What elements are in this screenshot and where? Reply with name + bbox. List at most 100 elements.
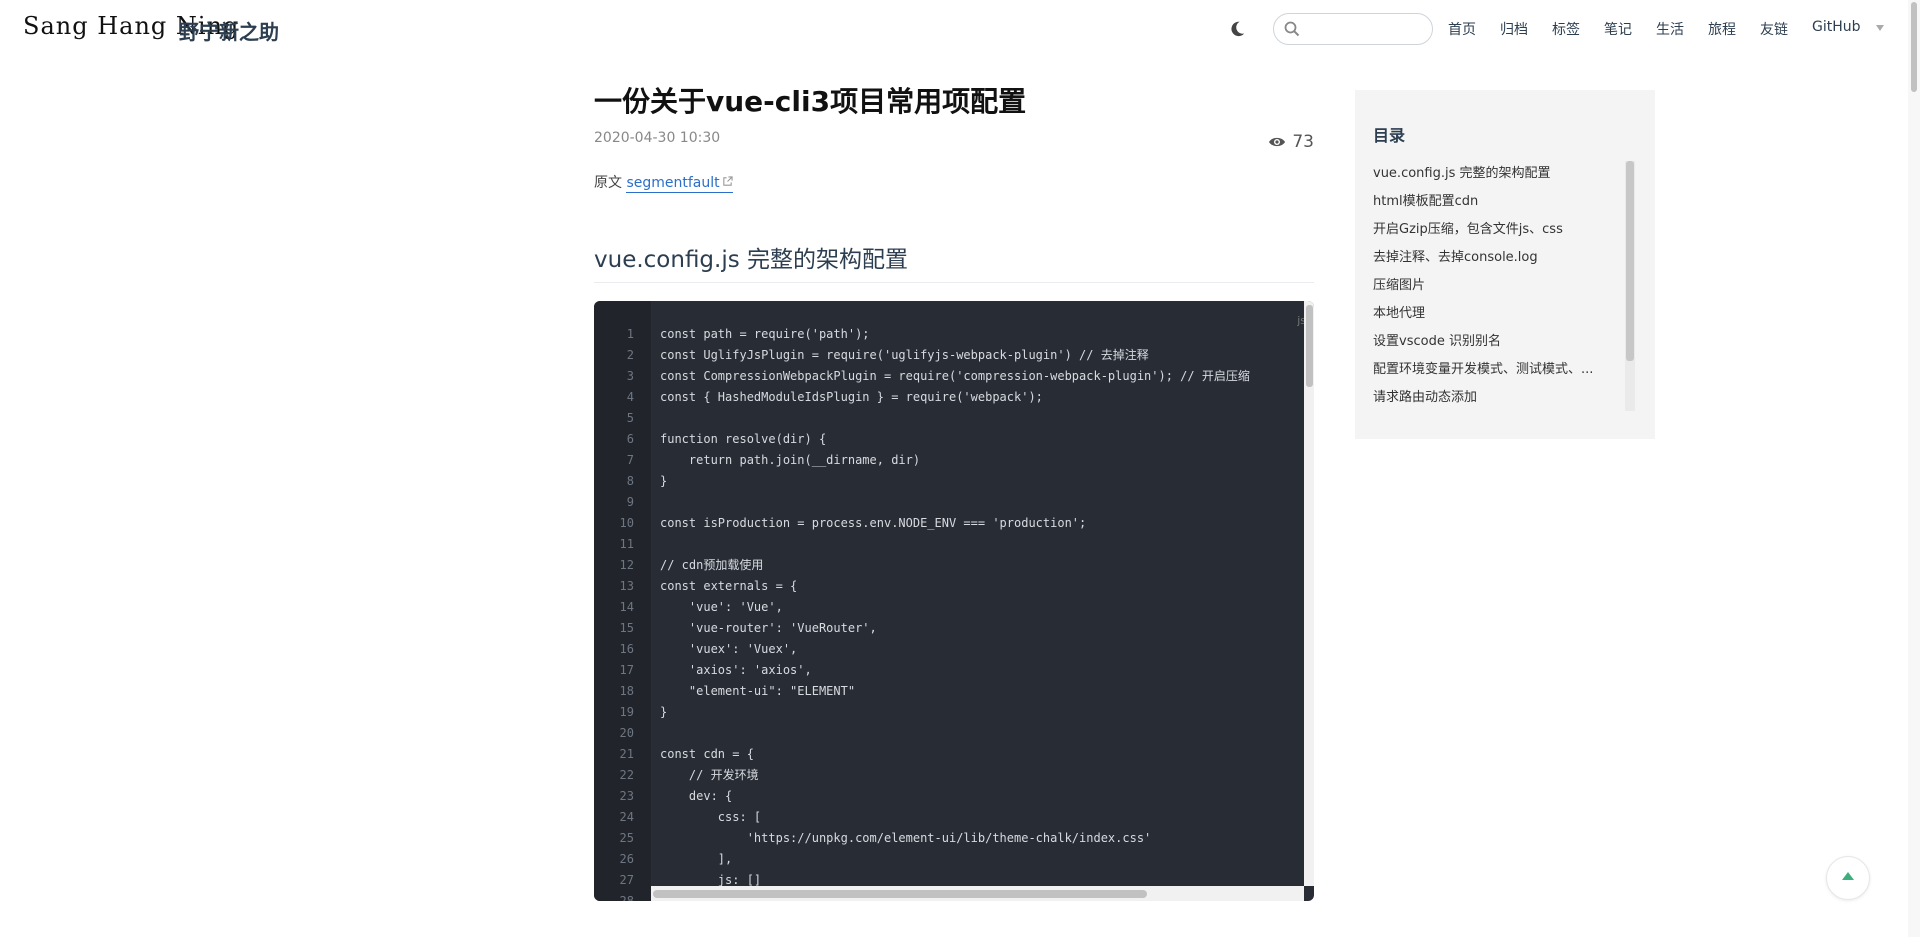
code-block[interactable]: js 1 const path = require('path'); 2 const …: [594, 301, 1314, 901]
code-line: 6 function resolve(dir) {: [594, 429, 1274, 450]
code-text: const cdn = {: [660, 747, 754, 761]
code-line: 25 'https://unpkg.com/element-ui/lib/the…: [594, 828, 1274, 849]
external-link-icon: [722, 176, 733, 187]
code-text: const { HashedModuleIdsPlugin } = requir…: [660, 390, 1043, 404]
code-line: 4 const { HashedModuleIdsPlugin } = requi…: [594, 387, 1274, 408]
code-line: 23 dev: {: [594, 786, 1274, 807]
code-text: return path.join(__dirname, dir): [660, 453, 921, 467]
toc-item[interactable]: 去掉注释、去掉console.log: [1373, 244, 1613, 272]
nav-links: 首页 归档 标签 笔记 生活 旅程 友链 GitHub: [1448, 19, 1867, 39]
arrow-up-icon: [1842, 872, 1854, 880]
code-text: 'vuex': 'Vuex',: [660, 642, 798, 656]
post-date: 2020-04-30 10:30: [594, 130, 721, 147]
code-text: }: [660, 705, 668, 719]
code-horizontal-scroll-thumb[interactable]: [653, 890, 1147, 898]
back-to-top-button[interactable]: [1826, 856, 1870, 900]
line-number: 24: [619, 810, 634, 824]
line-number: 23: [619, 789, 634, 803]
code-line: 10 const isProduction = process.env.NODE_…: [594, 513, 1274, 534]
code-horizontal-scrollbar[interactable]: [651, 886, 1304, 901]
code-text: const path = require('path');: [660, 327, 870, 341]
line-number: 16: [619, 642, 634, 656]
code-line: 13 const externals = {: [594, 576, 1274, 597]
line-number: 19: [619, 705, 634, 719]
line-number: 25: [619, 831, 634, 845]
line-number: 13: [619, 579, 634, 593]
site-title[interactable]: 野宁新之助: [179, 16, 279, 45]
toc-item[interactable]: 本地代理: [1373, 300, 1613, 328]
source-prefix: 原文: [594, 175, 622, 192]
view-count-value: 73: [1292, 132, 1314, 153]
code-line: 22 // 开发环境: [594, 765, 1274, 786]
code-line: 24 css: [: [594, 807, 1274, 828]
chevron-down-icon[interactable]: [1876, 25, 1884, 31]
toc-item[interactable]: 设置vscode 识别别名: [1373, 328, 1613, 356]
nav-tags[interactable]: 标签: [1552, 19, 1580, 39]
toc-item[interactable]: vue.config.js 完整的架构配置: [1373, 160, 1613, 188]
code-text: 'https://unpkg.com/element-ui/lib/theme-…: [660, 831, 1152, 845]
toc-item[interactable]: 请求路由动态添加: [1373, 384, 1613, 412]
toc-item[interactable]: 开启Gzip压缩，包含文件js、css: [1373, 216, 1613, 244]
code-text: ],: [660, 852, 733, 866]
line-number: 2: [626, 348, 634, 362]
line-number: 11: [619, 537, 634, 551]
line-number: 7: [626, 453, 634, 467]
search-box[interactable]: [1273, 13, 1433, 45]
nav-home[interactable]: 首页: [1448, 19, 1476, 39]
search-input[interactable]: [1306, 17, 1428, 41]
code-vertical-scroll-thumb[interactable]: [1306, 305, 1313, 387]
toc-item[interactable]: 压缩图片: [1373, 272, 1613, 300]
source-line: 原文 segmentfault: [594, 172, 1314, 194]
code-line: 17 'axios': 'axios',: [594, 660, 1274, 681]
page-scrollbar[interactable]: [1908, 0, 1920, 937]
code-line: 8}: [594, 471, 1274, 492]
table-of-contents: 目录 vue.config.js 完整的架构配置 html模板配置cdn 开启Gzi…: [1355, 90, 1655, 439]
toc-list: vue.config.js 完整的架构配置 html模板配置cdn 开启Gzip压缩…: [1373, 160, 1613, 412]
code-vertical-scrollbar[interactable]: [1304, 301, 1314, 886]
view-count: 73: [1268, 132, 1314, 152]
nav-life[interactable]: 生活: [1656, 19, 1684, 39]
code-line: 5: [594, 408, 1274, 429]
source-link[interactable]: segmentfault: [626, 175, 733, 194]
toc-title: 目录: [1373, 126, 1406, 145]
navbar: Sang Hang Ning 野宁新之助 首页 归档 标签 笔记 生活 旅程 友…: [0, 0, 1920, 58]
code-line: 2 const UglifyJsPlugin = require('uglifyj…: [594, 345, 1274, 366]
page-scroll-thumb[interactable]: [1911, 2, 1917, 92]
toc-scrollbar[interactable]: [1625, 161, 1635, 411]
line-number: 21: [619, 747, 634, 761]
code-text: }: [660, 474, 668, 488]
line-number: 3: [626, 369, 634, 383]
nav-archive[interactable]: 归档: [1500, 19, 1528, 39]
code-line: 18 "element-ui": "ELEMENT": [594, 681, 1274, 702]
dark-mode-moon-icon[interactable]: [1228, 20, 1246, 38]
toc-item[interactable]: 配置环境变量开发模式、测试模式、...: [1373, 356, 1613, 384]
code-text: const isProduction = process.env.NODE_EN…: [660, 516, 1087, 530]
toc-item[interactable]: html模板配置cdn: [1373, 188, 1613, 216]
nav-notes[interactable]: 笔记: [1604, 19, 1632, 39]
nav-friends[interactable]: 友链: [1760, 19, 1788, 39]
code-line: 21 const cdn = {: [594, 744, 1274, 765]
line-number: 18: [619, 684, 634, 698]
code-text: css: [: [660, 810, 762, 824]
code-text: "element-ui": "ELEMENT": [660, 684, 856, 698]
code-text: const externals = {: [660, 579, 798, 593]
toc-scroll-thumb[interactable]: [1626, 161, 1634, 361]
search-icon: [1284, 21, 1300, 37]
code-lines: 1 const path = require('path'); 2 const Ugl…: [594, 324, 1274, 901]
source-link-text: segmentfault: [626, 175, 720, 192]
line-number: 8: [626, 474, 634, 488]
code-line: 14 'vue': 'Vue',: [594, 597, 1274, 618]
line-number: 5: [626, 411, 634, 425]
line-number: 10: [619, 516, 634, 530]
nav-github[interactable]: GitHub: [1812, 19, 1861, 39]
code-line: 15 'vue-router': 'VueRouter',: [594, 618, 1274, 639]
code-line: 12 // cdn预加载使用: [594, 555, 1274, 576]
line-number: 6: [626, 432, 634, 446]
code-line: 3 const CompressionWebpackPlugin = requir…: [594, 366, 1274, 387]
code-line: 9: [594, 492, 1274, 513]
line-number: 20: [619, 726, 634, 740]
code-text: const CompressionWebpackPlugin = require…: [660, 369, 1250, 383]
nav-journey[interactable]: 旅程: [1708, 19, 1736, 39]
code-line: 20: [594, 723, 1274, 744]
code-text: 'axios': 'axios',: [660, 663, 812, 677]
